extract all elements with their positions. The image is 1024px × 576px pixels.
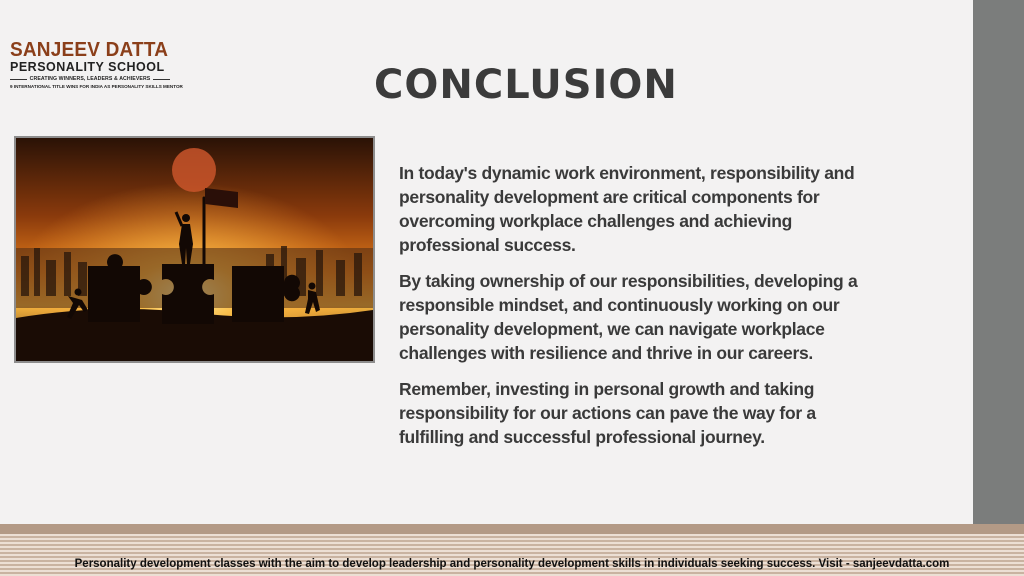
logo-tagline: CREATING WINNERS, LEADERS & ACHIEVERS <box>29 76 151 82</box>
logo-school: PERSONALITY SCHOOL <box>10 60 165 74</box>
logo-tagline-row: CREATING WINNERS, LEADERS & ACHIEVERS <box>10 76 170 82</box>
school-logo: SANJEEV DATTA PERSONALITY SCHOOL CREATIN… <box>10 38 183 89</box>
conclusion-body: In today's dynamic work environment, res… <box>399 161 859 461</box>
logo-subtagline: 9 INTERNATIONAL TITLE WINS FOR INDIA AS … <box>10 84 183 89</box>
footer-top-strip <box>0 524 1024 534</box>
paragraph: In today's dynamic work environment, res… <box>399 163 855 255</box>
logo-name: SANJEEV DATTA <box>10 38 169 61</box>
puzzle-summit-illustration <box>16 138 373 361</box>
slide-title: CONCLUSION <box>374 62 678 108</box>
puzzle-summit-photo <box>14 136 375 363</box>
right-side-bar <box>973 0 1024 525</box>
paragraph: Remember, investing in personal growth a… <box>399 379 816 447</box>
divider <box>10 78 27 80</box>
footer-text: Personality development classes with the… <box>74 558 950 570</box>
paragraph: By taking ownership of our responsibilit… <box>399 271 858 363</box>
divider <box>153 78 170 80</box>
